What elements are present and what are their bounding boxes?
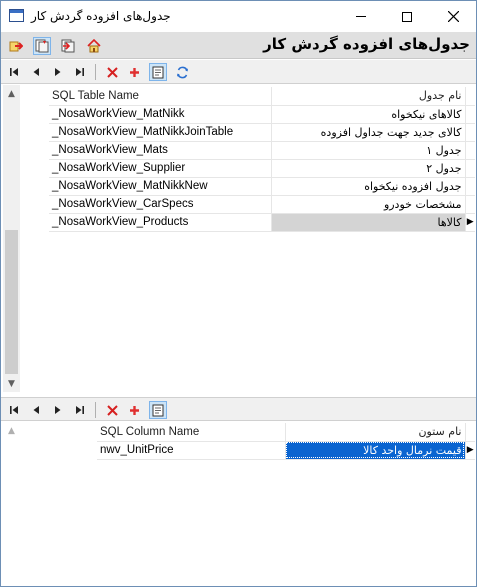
select-tables-icon <box>35 39 49 53</box>
add-icon <box>129 67 139 77</box>
table-name-cell[interactable]: کالای جدید جهت جداول افزوده <box>271 123 466 142</box>
scroll-thumb[interactable] <box>5 230 18 374</box>
app-icon <box>9 9 24 22</box>
first-record-icon <box>10 68 18 76</box>
edit-icon <box>152 404 163 416</box>
columns-grid: ▲ SQL Column Name نام ستون nwv_UnitPrice… <box>1 422 476 586</box>
delete-icon <box>106 66 118 78</box>
table-row[interactable]: _NosaWorkView_Supplier جدول ۲ <box>49 159 475 178</box>
toolbar-separator <box>95 402 96 418</box>
scroll-down-icon[interactable]: ▼ <box>3 375 20 392</box>
columns-button[interactable] <box>59 37 77 55</box>
table-name-cell[interactable]: کالاها <box>271 213 466 232</box>
table-row[interactable]: _NosaWorkView_Mats جدول ۱ <box>49 141 475 160</box>
row-indicator-icon: ▶ <box>465 213 475 232</box>
next-record-icon <box>55 68 61 76</box>
window-title: جدول‌های افزوده گردش کار <box>31 9 171 23</box>
column-name-cell[interactable]: قیمت نرمال واحد کالا <box>285 441 466 460</box>
prev-record-icon <box>33 68 39 76</box>
table-row-selected[interactable]: _NosaWorkView_Products کالاها ▶ <box>49 213 475 232</box>
sql-table-cell[interactable]: _NosaWorkView_Mats <box>49 141 272 160</box>
sql-table-cell[interactable]: _NosaWorkView_MatNikkJoinTable <box>49 123 272 142</box>
table-name-cell[interactable]: جدول ۲ <box>271 159 466 178</box>
home-button[interactable] <box>85 37 103 55</box>
maximize-icon <box>402 11 412 22</box>
sql-table-cell[interactable]: _NosaWorkView_CarSpecs <box>49 195 272 214</box>
delete-icon <box>106 404 118 416</box>
first-record-icon <box>10 406 18 414</box>
column-header-sql[interactable]: SQL Table Name <box>49 87 272 106</box>
tables-grid: ▲ ▼ SQL Table Name نام جدول _NosaWorkVie… <box>1 85 476 392</box>
app-window: جدول‌های افزوده گردش کار جدول‌های افزوده… <box>0 0 477 587</box>
columns-table: SQL Column Name نام ستون nwv_UnitPrice ق… <box>97 423 475 460</box>
last-record-button[interactable] <box>71 63 89 81</box>
edit-button[interactable] <box>149 63 167 81</box>
table-name-cell[interactable]: مشخصات خودرو <box>271 195 466 214</box>
first-record-button[interactable] <box>5 63 23 81</box>
maximize-button[interactable] <box>384 1 430 32</box>
sql-table-cell[interactable]: _NosaWorkView_Products <box>49 213 272 232</box>
close-button[interactable] <box>430 1 476 32</box>
exit-icon <box>9 41 23 52</box>
add-icon <box>129 405 139 415</box>
table-row[interactable]: _NosaWorkView_MatNikkNew جدول افزوده نیک… <box>49 177 475 196</box>
table-name-cell[interactable]: کالاهای نیکخواه <box>271 105 466 124</box>
home-icon <box>87 39 101 53</box>
column-header-sql[interactable]: SQL Column Name <box>97 423 286 442</box>
next-record-icon <box>55 406 61 414</box>
add-button[interactable] <box>125 401 143 419</box>
table-name-cell[interactable]: جدول افزوده نیکخواه <box>271 177 466 196</box>
toolbar-separator <box>95 64 96 80</box>
refresh-icon <box>176 66 188 78</box>
columns-icon <box>61 39 75 53</box>
column-header-name[interactable]: نام ستون <box>285 423 466 442</box>
next-record-button[interactable] <box>49 63 67 81</box>
tables-scrollbar[interactable]: ▲ ▼ <box>3 85 20 392</box>
minimize-icon <box>356 16 366 17</box>
table-header-row: SQL Column Name نام ستون <box>97 423 475 442</box>
next-record-button[interactable] <box>49 401 67 419</box>
table-name-cell[interactable]: جدول ۱ <box>271 141 466 160</box>
table-row-selected[interactable]: nwv_UnitPrice قیمت نرمال واحد کالا ▶ <box>97 441 475 460</box>
edit-button[interactable] <box>149 401 167 419</box>
prev-record-button[interactable] <box>27 63 45 81</box>
minimize-button[interactable] <box>338 1 384 32</box>
last-record-icon <box>76 406 84 414</box>
table-row[interactable]: _NosaWorkView_CarSpecs مشخصات خودرو <box>49 195 475 214</box>
table-row[interactable]: _NosaWorkView_MatNikk کالاهای نیکخواه <box>49 105 475 124</box>
last-record-icon <box>76 68 84 76</box>
row-indicator-icon: ▶ <box>465 441 475 460</box>
page-title: جدول‌های افزوده گردش کار <box>263 35 470 53</box>
refresh-button[interactable] <box>173 63 191 81</box>
first-record-button[interactable] <box>5 401 23 419</box>
close-icon <box>447 11 459 22</box>
edit-icon <box>152 66 163 78</box>
columns-navigator <box>1 397 476 421</box>
scroll-up-icon[interactable]: ▲ <box>3 422 20 439</box>
sql-table-cell[interactable]: _NosaWorkView_MatNikkNew <box>49 177 272 196</box>
table-header-row: SQL Table Name نام جدول <box>49 87 475 106</box>
delete-button[interactable] <box>103 63 121 81</box>
tables-navigator <box>1 60 476 84</box>
sql-table-cell[interactable]: _NosaWorkView_MatNikk <box>49 105 272 124</box>
add-button[interactable] <box>125 63 143 81</box>
scroll-up-icon[interactable]: ▲ <box>3 85 20 102</box>
columns-scrollbar[interactable]: ▲ <box>3 422 20 452</box>
last-record-button[interactable] <box>71 401 89 419</box>
title-bar[interactable]: جدول‌های افزوده گردش کار <box>1 1 476 32</box>
prev-record-icon <box>33 406 39 414</box>
select-tables-button[interactable] <box>33 37 51 55</box>
exit-button[interactable] <box>7 37 25 55</box>
sql-column-cell[interactable]: nwv_UnitPrice <box>97 441 286 460</box>
header-toolbar: جدول‌های افزوده گردش کار <box>1 32 476 59</box>
column-header-name[interactable]: نام جدول <box>271 87 466 106</box>
prev-record-button[interactable] <box>27 401 45 419</box>
sql-table-cell[interactable]: _NosaWorkView_Supplier <box>49 159 272 178</box>
table-row[interactable]: _NosaWorkView_MatNikkJoinTable کالای جدی… <box>49 123 475 142</box>
delete-button[interactable] <box>103 401 121 419</box>
tables-table: SQL Table Name نام جدول _NosaWorkView_Ma… <box>49 87 475 232</box>
